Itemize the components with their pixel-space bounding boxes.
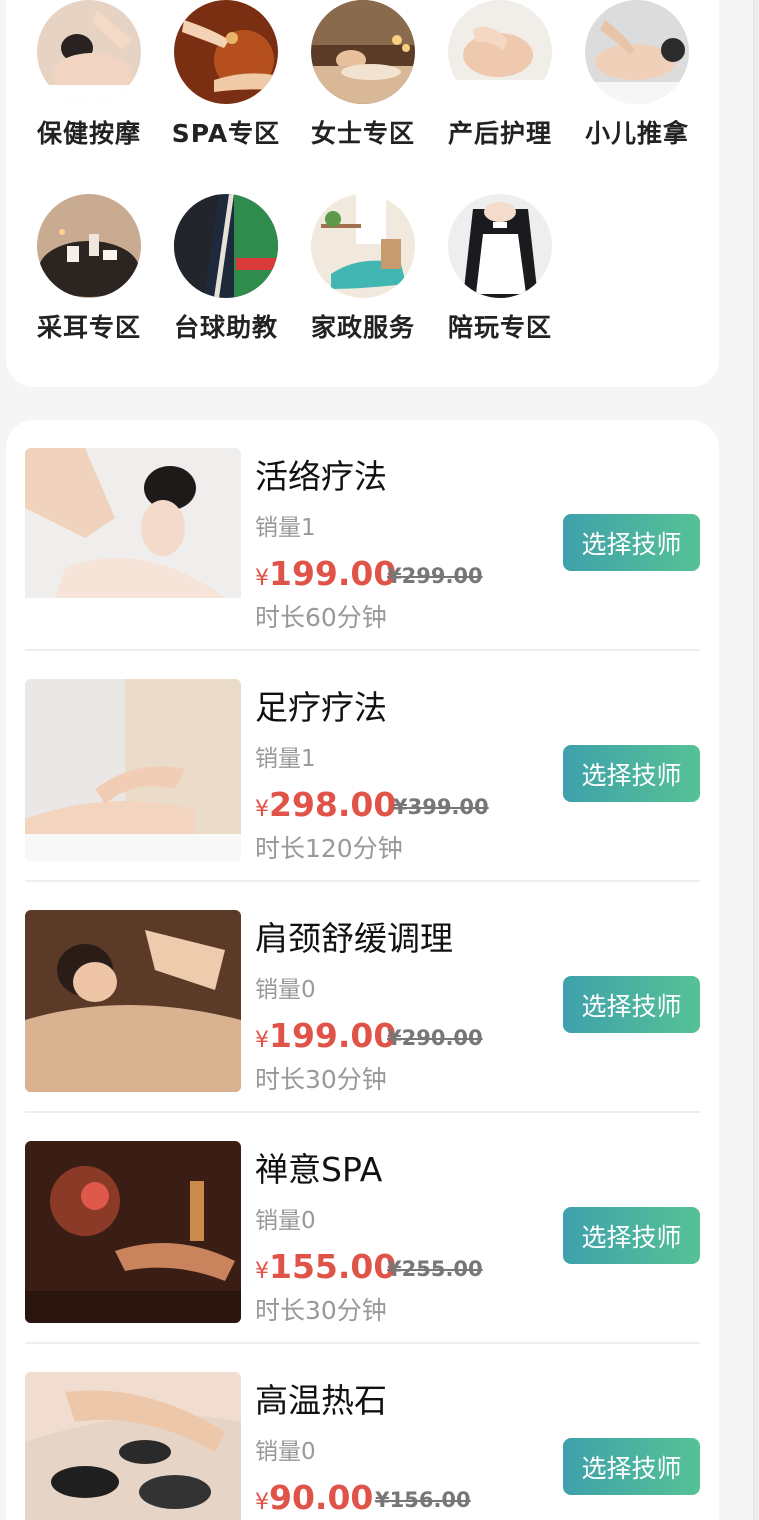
service-name: 足疗疗法 <box>255 688 387 727</box>
service-name: 禅意SPA <box>255 1150 383 1189</box>
service-item[interactable]: 高温热石 销量0 ¥90.00 ¥156.00 选择技师 <box>25 1344 700 1520</box>
category-women[interactable]: 女士专区 <box>280 0 415 170</box>
service-item[interactable]: 足疗疗法 销量1 ¥298.00 ¥399.00 时长120分钟 选择技师 <box>25 651 700 882</box>
service-sales: 销量0 <box>255 977 316 1003</box>
service-sales: 销量1 <box>255 746 316 772</box>
service-original-price: ¥299.00 <box>387 564 483 588</box>
kids-massage-photo-icon <box>585 0 689 104</box>
category-housekeeping[interactable]: 家政服务 <box>280 194 415 364</box>
service-photo-icon <box>25 1372 241 1520</box>
select-technician-button[interactable]: 选择技师 <box>563 745 700 802</box>
companion-photo-icon <box>448 194 552 298</box>
category-panel: 保健按摩 SPA专区 女士专区 产后护理 小儿推拿 采耳专区 台球助教 家政服务… <box>6 0 719 387</box>
service-photo-icon <box>25 910 241 1092</box>
scrollbar[interactable] <box>753 0 759 1520</box>
service-original-price: ¥399.00 <box>393 795 489 819</box>
service-name: 高温热石 <box>255 1381 387 1420</box>
service-price: ¥199.00 <box>255 554 397 593</box>
billiards-photo-icon <box>174 194 278 298</box>
select-technician-button[interactable]: 选择技师 <box>563 1207 700 1264</box>
service-price: ¥90.00 <box>255 1478 374 1517</box>
category-massage[interactable]: 保健按摩 <box>6 0 141 170</box>
service-original-price: ¥290.00 <box>387 1026 483 1050</box>
service-duration: 时长60分钟 <box>255 603 387 632</box>
service-item[interactable]: 禅意SPA 销量0 ¥155.00 ¥255.00 时长30分钟 选择技师 <box>25 1113 700 1344</box>
select-technician-button[interactable]: 选择技师 <box>563 514 700 571</box>
select-technician-button[interactable]: 选择技师 <box>563 976 700 1033</box>
housekeeping-photo-icon <box>311 194 415 298</box>
service-duration: 时长30分钟 <box>255 1065 387 1094</box>
service-sales: 销量0 <box>255 1439 316 1465</box>
service-sales: 销量0 <box>255 1208 316 1234</box>
service-original-price: ¥255.00 <box>387 1257 483 1281</box>
service-price: ¥199.00 <box>255 1016 397 1055</box>
category-kids-massage[interactable]: 小儿推拿 <box>554 0 689 170</box>
service-original-price: ¥156.00 <box>375 1488 471 1512</box>
service-name: 肩颈舒缓调理 <box>255 919 453 958</box>
service-photo-icon <box>25 679 241 861</box>
postpartum-photo-icon <box>448 0 552 104</box>
category-ear-cleaning[interactable]: 采耳专区 <box>6 194 141 364</box>
service-name: 活络疗法 <box>255 457 387 496</box>
service-price: ¥298.00 <box>255 785 397 824</box>
service-price: ¥155.00 <box>255 1247 397 1286</box>
category-postpartum[interactable]: 产后护理 <box>417 0 552 170</box>
service-list: 活络疗法 销量1 ¥199.00 ¥299.00 时长60分钟 选择技师 足疗疗… <box>6 420 719 1520</box>
service-photo-icon <box>25 448 241 630</box>
service-duration: 时长30分钟 <box>255 1296 387 1325</box>
select-technician-button[interactable]: 选择技师 <box>563 1438 700 1495</box>
service-item[interactable]: 活络疗法 销量1 ¥199.00 ¥299.00 时长60分钟 选择技师 <box>25 420 700 651</box>
category-companion[interactable]: 陪玩专区 <box>417 194 552 364</box>
service-duration: 时长120分钟 <box>255 834 403 863</box>
service-item[interactable]: 肩颈舒缓调理 销量0 ¥199.00 ¥290.00 时长30分钟 选择技师 <box>25 882 700 1113</box>
ear-cleaning-photo-icon <box>37 194 141 298</box>
spa-photo-icon <box>174 0 278 104</box>
service-photo-icon <box>25 1141 241 1323</box>
service-sales: 销量1 <box>255 515 316 541</box>
category-label: 陪玩专区 <box>447 313 552 342</box>
category-label: 小儿推拿 <box>584 119 689 148</box>
massage-photo-icon <box>37 0 141 104</box>
womens-photo-icon <box>311 0 415 104</box>
category-spa[interactable]: SPA专区 <box>143 0 279 170</box>
category-billiards[interactable]: 台球助教 <box>143 194 278 364</box>
